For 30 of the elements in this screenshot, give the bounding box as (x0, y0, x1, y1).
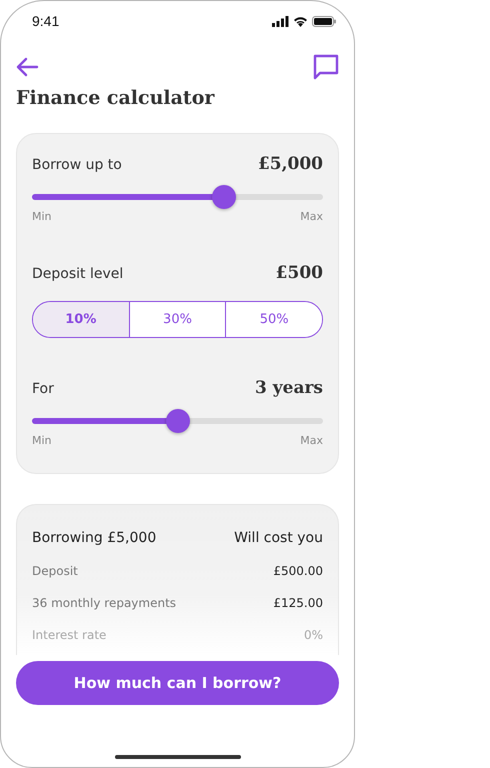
wifi-icon (293, 16, 308, 26)
summary-heading: Borrowing £5,000 (32, 530, 156, 546)
summary-value: 0% (304, 628, 323, 642)
summary-value: £125.00 (273, 596, 323, 610)
summary-heading: Will cost you (234, 530, 323, 546)
signal-icon (272, 16, 289, 26)
summary-value: £500.00 (273, 564, 323, 578)
max-label: Max (300, 210, 323, 223)
battery-icon (312, 16, 336, 26)
back-icon[interactable] (15, 57, 39, 77)
borrow-button[interactable]: How much can I borrow? (16, 661, 339, 705)
min-label: Min (32, 210, 52, 223)
page-title: Finance calculator (16, 87, 216, 109)
slider-thumb[interactable] (212, 185, 236, 209)
deposit-option[interactable]: 10% (33, 302, 129, 337)
deposit-label: Deposit level (32, 266, 124, 282)
slider-value: 3 years (255, 378, 323, 398)
slider-label: For (32, 381, 54, 397)
max-label: Max (300, 434, 323, 447)
deposit-value: £500 (276, 263, 323, 283)
slider-label: Borrow up to (32, 157, 122, 173)
slider-value: £5,000 (258, 154, 323, 174)
deposit-option[interactable]: 50% (225, 302, 322, 337)
summary-label: Deposit (32, 564, 78, 578)
status-time: 9:41 (32, 13, 60, 29)
summary-label: Interest rate (32, 628, 106, 642)
slider-thumb[interactable] (166, 409, 190, 433)
min-label: Min (32, 434, 52, 447)
summary-label: 36 monthly repayments (32, 596, 176, 610)
chat-icon[interactable] (313, 54, 339, 80)
